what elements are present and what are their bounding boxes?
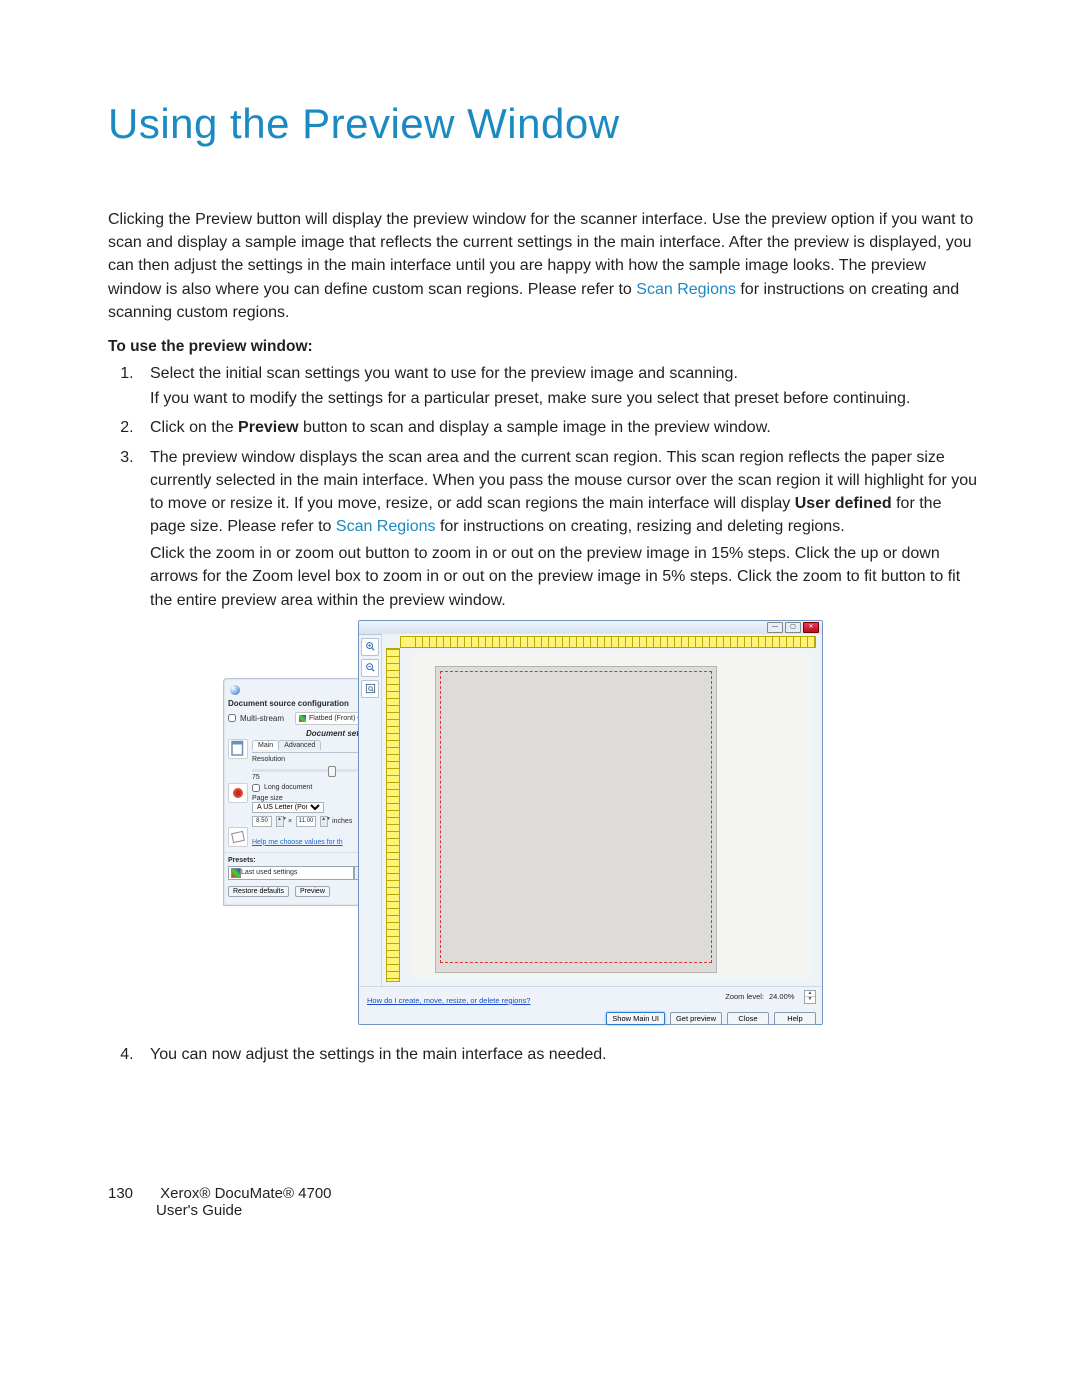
tab-main[interactable]: Main <box>252 740 279 750</box>
step-4: You can now adjust the settings in the m… <box>138 1043 980 1066</box>
unit-label: inches <box>332 818 352 825</box>
step-2: Click on the Preview button to scan and … <box>138 416 980 439</box>
step-2-a: Click on the <box>150 419 238 436</box>
scan-regions-link-2[interactable]: Scan Regions <box>336 518 436 535</box>
help-button[interactable]: Help <box>774 1012 816 1025</box>
sub-heading: To use the preview window: <box>108 338 980 356</box>
preset-select: Last used settings ▼ ▶ <box>228 866 378 880</box>
step-3: The preview window displays the scan are… <box>138 446 980 612</box>
times-label: × <box>288 818 292 825</box>
page-icon <box>229 740 247 758</box>
color-swatch-icon <box>299 715 306 722</box>
multistream-row: Multi-stream Flatbed (Front) Color <box>228 712 378 725</box>
width-spinner[interactable]: ▲▼ <box>276 816 284 827</box>
zoom-fit-button[interactable] <box>361 680 379 698</box>
slider-knob[interactable] <box>328 766 336 777</box>
step-1: Select the initial scan settings you wan… <box>138 362 980 410</box>
page-title: Using the Preview Window <box>108 100 980 148</box>
tab-advanced[interactable]: Advanced <box>278 740 321 750</box>
resolution-slider[interactable] <box>252 769 374 772</box>
steps-list: Select the initial scan settings you wan… <box>108 362 980 612</box>
intro-paragraph: Clicking the Preview button will display… <box>108 208 980 324</box>
presets-label: Presets: <box>228 857 378 864</box>
long-document-checkbox[interactable] <box>252 784 260 792</box>
scan-regions-link[interactable]: Scan Regions <box>636 281 736 298</box>
zoom-spinner[interactable]: ▲▼ <box>804 990 816 1004</box>
width-input[interactable]: 8.50 <box>252 816 272 827</box>
zoom-controls: Zoom level: 24.00% ▲▼ <box>725 990 816 1004</box>
document-page: Using the Preview Window Clicking the Pr… <box>0 0 1080 1397</box>
step-1-line2: If you want to modify the settings for a… <box>150 387 980 410</box>
zoom-in-button[interactable] <box>361 638 379 656</box>
preview-page <box>435 666 717 973</box>
chevron-down-icon: ▼ <box>805 997 815 1003</box>
pagesize-dropdown[interactable]: A US Letter (Portrait) <box>252 802 324 813</box>
thumb-3-stamp-icon[interactable] <box>228 827 248 847</box>
steps-list-continued: You can now adjust the settings in the m… <box>108 1043 980 1066</box>
zoom-in-icon <box>365 641 376 652</box>
step-3-bold: User defined <box>795 495 892 512</box>
zoom-out-icon <box>365 662 376 673</box>
doc-settings-heading: Document settings <box>228 729 378 738</box>
preview-window: — ▢ ✕ <box>358 620 823 1025</box>
thumbnail-column <box>228 739 248 847</box>
close-button[interactable]: Close <box>727 1012 769 1025</box>
ruler-left <box>386 648 400 982</box>
preview-button[interactable]: Preview <box>295 886 330 897</box>
multistream-checkbox[interactable] <box>228 714 236 722</box>
footer-product: Xerox® DocuMate® 4700 <box>160 1185 331 1202</box>
step-3-c: for instructions on creating, resizing a… <box>436 518 845 535</box>
show-main-ui-button[interactable]: Show Main UI <box>606 1012 665 1025</box>
page-number: 130 <box>108 1185 156 1202</box>
section-title: Document source configuration <box>228 699 378 708</box>
get-preview-button[interactable]: Get preview <box>670 1012 722 1025</box>
minimize-button[interactable]: — <box>767 622 783 633</box>
ruler-top <box>400 636 816 648</box>
multistream-label: Multi-stream <box>240 714 284 723</box>
preview-button-row: Show Main UI Get preview Close Help <box>367 1012 816 1025</box>
step-2-bold: Preview <box>238 419 298 436</box>
long-document-label: Long document <box>264 784 312 791</box>
thumb-1[interactable] <box>228 739 248 759</box>
region-help-link[interactable]: How do I create, move, resize, or delete… <box>367 996 530 1005</box>
page-footer: 130 Xerox® DocuMate® 4700 User's Guide <box>108 1185 332 1219</box>
ruler-area <box>382 634 822 986</box>
maximize-button[interactable]: ▢ <box>785 622 801 633</box>
preset-button-row: Restore defaults Preview <box>228 886 378 897</box>
step-2-b: button to scan and display a sample imag… <box>299 419 771 436</box>
restore-defaults-button[interactable]: Restore defaults <box>228 886 289 897</box>
preview-bottombar: How do I create, move, resize, or delete… <box>359 986 822 1024</box>
scan-region-outline[interactable] <box>440 671 712 963</box>
footer-subtitle: User's Guide <box>156 1202 332 1219</box>
screenshot-figure: Document source configuration Multi-stre… <box>223 620 823 1025</box>
height-input[interactable]: 11.00 <box>296 816 316 827</box>
zoom-toolstrip <box>359 634 382 990</box>
preview-canvas[interactable] <box>410 654 810 978</box>
height-spinner[interactable]: ▲▼ <box>320 816 328 827</box>
preset-dropdown[interactable]: Last used settings <box>228 866 354 880</box>
step-4-text: You can now adjust the settings in the m… <box>150 1046 607 1063</box>
app-icon <box>230 685 240 695</box>
zoom-out-button[interactable] <box>361 659 379 677</box>
thumb-2-flower-icon[interactable] <box>228 783 248 803</box>
window-close-button[interactable]: ✕ <box>803 622 819 633</box>
zoom-level-value: 24.00% <box>769 992 799 1001</box>
window-titlebar: — ▢ ✕ <box>359 621 822 635</box>
zoom-fit-icon <box>365 683 376 694</box>
step-3-para2: Click the zoom in or zoom out button to … <box>150 542 980 612</box>
step-1-line1: Select the initial scan settings you wan… <box>150 365 738 382</box>
zoom-level-label: Zoom level: <box>725 992 764 1001</box>
